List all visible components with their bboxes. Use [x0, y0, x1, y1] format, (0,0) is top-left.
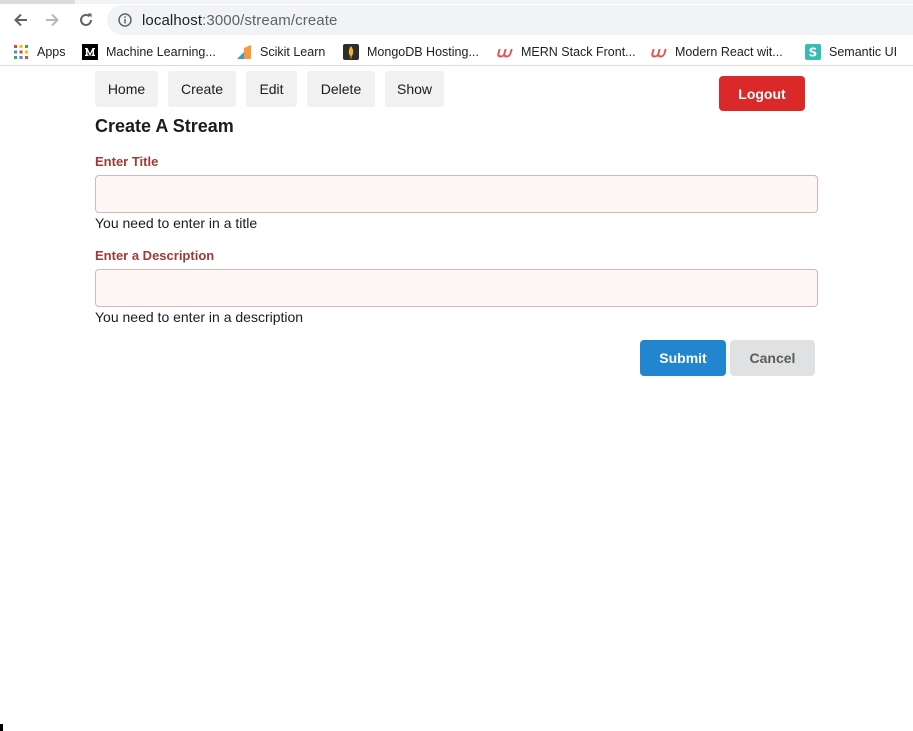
bookmark-modern-react[interactable]: Modern React wit... — [651, 42, 783, 62]
cancel-button[interactable]: Cancel — [730, 340, 815, 376]
bookmark-label: Modern React wit... — [675, 45, 783, 59]
title-error-message: You need to enter in a title — [95, 215, 258, 231]
url-text: localhost:3000/stream/create — [142, 12, 337, 29]
bookmark-machine-learning[interactable]: Machine Learning... — [82, 42, 216, 62]
description-input[interactable] — [95, 269, 818, 307]
medium-logo-icon — [82, 44, 98, 60]
semantic-ui-icon: S — [805, 44, 821, 60]
description-label: Enter a Description — [95, 248, 215, 263]
bookmark-label: MongoDB Hosting... — [367, 45, 479, 59]
nav-delete[interactable]: Delete — [307, 71, 375, 107]
site-info-icon[interactable] — [117, 12, 133, 28]
mouse-cursor-fragment — [0, 724, 3, 731]
reload-icon — [80, 13, 92, 26]
udemy-icon — [651, 44, 667, 60]
nav-edit[interactable]: Edit — [246, 71, 297, 107]
title-label: Enter Title — [95, 154, 159, 169]
bookmark-label: Apps — [37, 45, 66, 59]
bookmark-label: Machine Learning... — [106, 45, 216, 59]
bookmark-apps[interactable]: Apps — [13, 42, 66, 62]
reload-button[interactable] — [74, 8, 98, 32]
mongodb-icon — [343, 44, 359, 60]
nav-show[interactable]: Show — [385, 71, 444, 107]
bookmark-mern-stack[interactable]: MERN Stack Front... — [497, 42, 636, 62]
bookmark-label: Scikit Learn — [260, 45, 326, 59]
forward-button[interactable] — [40, 8, 64, 32]
bookmark-scikit-learn[interactable]: Scikit Learn — [236, 42, 325, 62]
svg-text:S: S — [809, 46, 818, 60]
apps-grid-icon — [13, 44, 29, 60]
back-arrow-icon — [14, 13, 27, 27]
bookmark-mongodb[interactable]: MongoDB Hosting... — [343, 42, 479, 62]
title-input[interactable] — [95, 175, 818, 213]
nav-create[interactable]: Create — [168, 71, 236, 107]
url-path: :3000/stream/create — [202, 11, 338, 29]
forward-arrow-icon — [46, 13, 59, 27]
address-bar[interactable]: localhost:3000/stream/create — [107, 5, 913, 35]
browser-toolbar: localhost:3000/stream/create — [0, 4, 913, 36]
submit-button[interactable]: Submit — [640, 340, 726, 376]
description-error-message: You need to enter in a description — [95, 309, 304, 325]
scikit-learn-icon — [236, 44, 252, 60]
page-title: Create A Stream — [95, 116, 234, 136]
bookmarks-bar: Apps Machine Learning... Scikit Learn Mo… — [0, 38, 913, 66]
logout-button[interactable]: Logout — [719, 76, 805, 111]
back-button[interactable] — [9, 8, 33, 32]
bookmark-label: Semantic UI — [829, 45, 898, 59]
udemy-icon — [497, 44, 513, 60]
url-host: localhost — [142, 11, 203, 29]
bookmark-label: MERN Stack Front... — [521, 45, 636, 59]
bookmark-semantic-ui[interactable]: S Semantic UI — [805, 42, 897, 62]
nav-home[interactable]: Home — [95, 71, 158, 107]
